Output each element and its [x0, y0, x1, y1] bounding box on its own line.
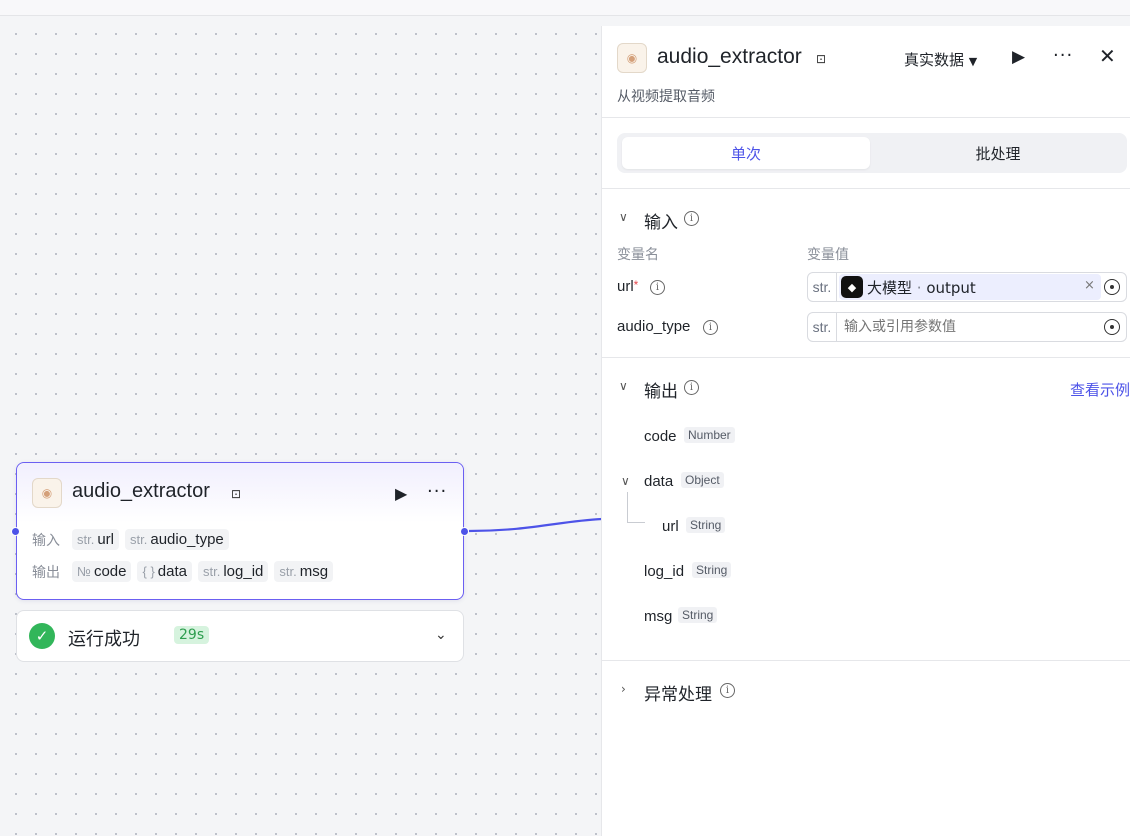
output-type-tag: String — [692, 562, 732, 578]
plugin-badge-icon: ⊡ — [231, 487, 242, 501]
panel-run-icon[interactable]: ▶ — [1012, 47, 1025, 67]
status-text: 运行成功 — [68, 629, 140, 650]
output-field-name: msg — [644, 608, 673, 625]
output-type-tag: Number — [684, 427, 735, 443]
node-output-chip: { } data — [137, 561, 192, 582]
output-type-tag: String — [686, 517, 726, 533]
audio-type-value-field[interactable]: str. — [807, 312, 1127, 342]
output-field-name: url — [662, 518, 679, 535]
reference-pill[interactable]: ◆ 大模型 · output — [839, 274, 1101, 300]
plugin-badge-icon: ⊡ — [816, 52, 827, 66]
panel-more-icon[interactable]: ··· — [1053, 45, 1073, 66]
plugin-logo-icon: ◉ — [617, 43, 647, 73]
divider — [602, 357, 1130, 358]
mode-segmented-control: 单次 批处理 — [617, 133, 1127, 173]
node-detail-panel: ◉ audio_extractor ⊡ 真实数据 ▼ ▶ ··· ✕ 从视频提取… — [601, 26, 1130, 836]
reference-picker-icon[interactable] — [1104, 279, 1120, 295]
chevron-down-icon[interactable]: ∨ — [621, 474, 630, 488]
column-header-value: 变量值 — [807, 247, 849, 263]
audio-type-input[interactable] — [844, 313, 1094, 341]
node-output-chip: str. log_id — [197, 561, 269, 582]
plugin-logo-icon: ◉ — [32, 478, 62, 508]
node-run-icon[interactable]: ▶ — [395, 484, 407, 503]
node-input-port[interactable] — [11, 527, 20, 536]
url-value-field[interactable]: str. ◆ 大模型 · output × — [807, 272, 1127, 302]
input-section-title[interactable]: 输入 — [644, 208, 678, 233]
tree-connector — [627, 492, 645, 523]
error-handling-title[interactable]: 异常处理 — [644, 680, 712, 705]
output-section-title[interactable]: 输出 — [644, 377, 678, 402]
success-check-icon: ✓ — [29, 623, 55, 649]
top-toolbar — [0, 0, 1130, 16]
audio-extractor-node[interactable]: ◉ audio_extractor ⊡ ▶ ··· 输入 str. url str… — [16, 462, 464, 600]
output-type-tag: Object — [681, 472, 724, 488]
node-output-chip: str. msg — [274, 561, 334, 582]
node-more-icon[interactable]: ··· — [427, 481, 447, 502]
run-status-bar[interactable]: ✓ 运行成功 29s ⌄ — [16, 610, 464, 662]
tab-batch[interactable]: 批处理 — [874, 137, 1122, 169]
node-title: audio_extractor — [72, 480, 210, 502]
var-name-audio-type: audio_type — [617, 318, 691, 335]
llm-node-avatar-icon: ◆ — [841, 276, 863, 298]
close-icon[interactable]: ✕ — [1099, 44, 1116, 68]
output-field-name: data — [644, 473, 674, 490]
output-field-name: log_id — [644, 563, 685, 580]
clear-reference-icon[interactable]: × — [1084, 278, 1095, 293]
panel-title: audio_extractor — [657, 45, 802, 68]
reference-picker-icon[interactable] — [1104, 319, 1120, 335]
chevron-down-icon[interactable]: ∨ — [619, 379, 628, 393]
info-icon[interactable]: i — [720, 683, 735, 698]
node-output-chip: № code — [72, 561, 132, 582]
var-name-url: url* — [617, 278, 639, 295]
node-input-chip: str. url — [72, 529, 120, 550]
node-inputs-row: 输入 str. url str. audio_type — [32, 529, 229, 550]
node-outputs-label: 输出 — [32, 564, 60, 581]
node-output-port[interactable] — [460, 527, 469, 536]
node-inputs-label: 输入 — [32, 532, 60, 549]
status-duration-badge: 29s — [174, 626, 210, 644]
info-icon[interactable]: i — [684, 380, 699, 395]
node-outputs-row: 输出 № code { } data str. log_id str. msg — [32, 561, 334, 582]
panel-header: ◉ audio_extractor ⊡ 真实数据 ▼ ▶ ··· ✕ 从视频提取… — [602, 26, 1130, 118]
chevron-right-icon[interactable]: › — [621, 682, 626, 696]
output-field-name: code — [644, 428, 677, 445]
chevron-down-icon[interactable]: ∨ — [619, 210, 628, 224]
panel-description: 从视频提取音频 — [617, 89, 715, 105]
output-type-tag: String — [678, 607, 718, 623]
info-icon[interactable]: i — [684, 211, 699, 226]
chevron-down-icon[interactable]: ⌄ — [435, 627, 447, 643]
node-input-chip: str. audio_type — [125, 529, 229, 550]
type-label: str. — [808, 273, 837, 301]
divider — [602, 188, 1130, 189]
info-icon[interactable]: i — [650, 280, 665, 295]
data-source-dropdown[interactable]: 真实数据 ▼ — [904, 49, 977, 70]
info-icon[interactable]: i — [703, 320, 718, 335]
type-label: str. — [808, 313, 837, 341]
tab-single[interactable]: 单次 — [622, 137, 870, 169]
divider — [602, 660, 1130, 661]
column-header-name: 变量名 — [617, 247, 659, 263]
view-example-link[interactable]: 查看示例 — [1070, 379, 1130, 400]
reference-text: 大模型 · output — [867, 278, 976, 297]
